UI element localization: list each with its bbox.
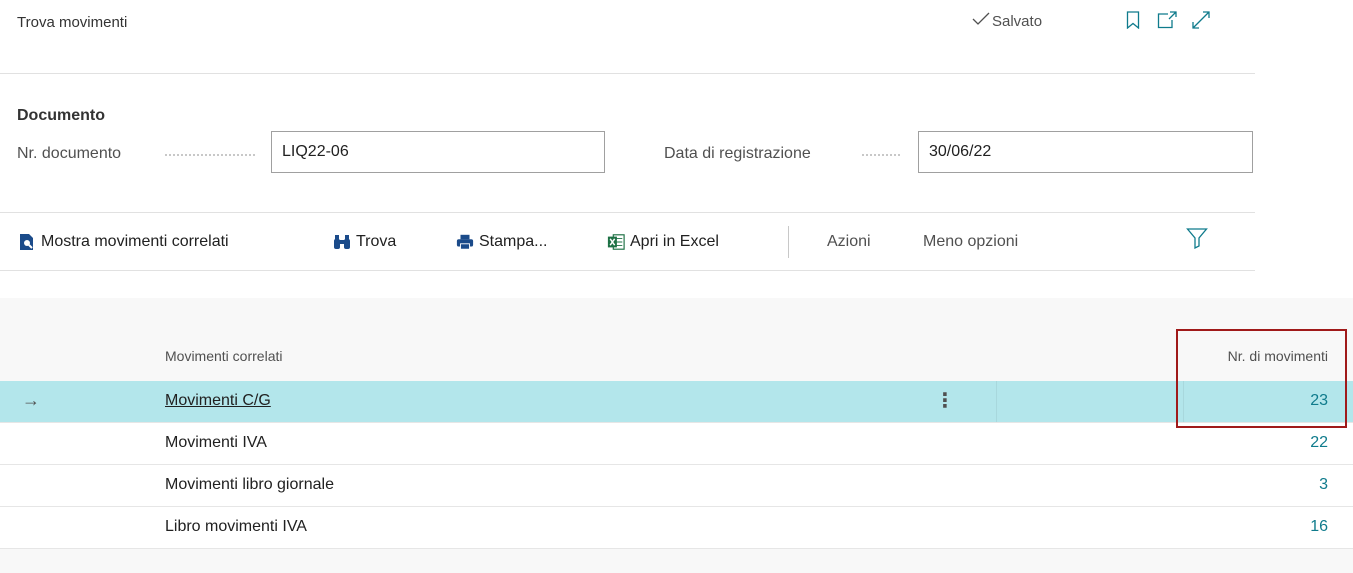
action-bar: Mostra movimenti correlati Trova Stampa.… xyxy=(0,212,1255,271)
page-title: Trova movimenti xyxy=(17,14,128,31)
print-label: Stampa... xyxy=(479,233,548,250)
table-row[interactable]: Movimenti IVA 22 xyxy=(0,423,1353,465)
table-row[interactable]: Libro movimenti IVA 16 xyxy=(0,507,1353,549)
list-body: → Movimenti C/G ⋮ 23 Movimenti IVA 22 Mo… xyxy=(0,381,1353,549)
actions-menu[interactable]: Azioni xyxy=(827,233,871,251)
row-name-link[interactable]: Movimenti C/G xyxy=(165,392,271,410)
page-header: Trova movimenti Salvato xyxy=(0,0,1255,74)
print-button[interactable]: Stampa... xyxy=(456,230,547,254)
count-column-highlight xyxy=(1176,329,1347,428)
filter-icon[interactable] xyxy=(1186,227,1208,254)
find-label: Trova xyxy=(356,233,397,250)
open-excel-label: Apri in Excel xyxy=(630,233,719,250)
posting-date-dots xyxy=(862,152,900,156)
row-name[interactable]: Movimenti libro giornale xyxy=(165,476,334,494)
open-new-window-icon[interactable] xyxy=(1156,9,1178,31)
show-related-label: Mostra movimenti correlati xyxy=(41,233,229,250)
document-search-icon xyxy=(18,233,36,251)
col-header-name[interactable]: Movimenti correlati xyxy=(165,348,282,364)
row-name[interactable]: Movimenti IVA xyxy=(165,434,267,452)
doc-no-field[interactable]: LIQ22-06 xyxy=(271,131,605,173)
more-options-icon[interactable]: ⋮ xyxy=(935,388,955,413)
excel-icon xyxy=(607,233,625,251)
row-name[interactable]: Libro movimenti IVA xyxy=(165,518,307,536)
doc-no-label: Nr. documento xyxy=(17,145,122,162)
printer-icon xyxy=(456,233,474,251)
open-excel-button[interactable]: Apri in Excel xyxy=(607,230,719,254)
show-related-button[interactable]: Mostra movimenti correlati xyxy=(18,230,229,254)
posting-date-field[interactable]: 30/06/22 xyxy=(918,131,1253,173)
document-group-title: Documento xyxy=(17,107,105,124)
check-icon xyxy=(972,12,990,30)
binoculars-icon xyxy=(333,233,351,251)
row-count[interactable]: 3 xyxy=(1319,476,1328,494)
expand-icon[interactable] xyxy=(1190,9,1212,31)
column-divider xyxy=(996,381,997,422)
fewer-options-button[interactable]: Meno opzioni xyxy=(923,233,1018,251)
find-button[interactable]: Trova xyxy=(333,230,396,254)
row-arrow-icon: → xyxy=(22,390,40,410)
related-entries-list: Movimenti correlati Nr. di movimenti → M… xyxy=(0,298,1353,573)
saved-status: Salvato xyxy=(972,12,1042,30)
bookmark-icon[interactable] xyxy=(1122,9,1144,31)
saved-label: Salvato xyxy=(992,12,1043,30)
row-count[interactable]: 16 xyxy=(1310,518,1328,536)
table-row[interactable]: → Movimenti C/G ⋮ 23 xyxy=(0,381,1353,423)
doc-no-dots xyxy=(165,152,255,156)
action-separator xyxy=(788,226,789,258)
row-count[interactable]: 22 xyxy=(1310,434,1328,452)
posting-date-label: Data di registrazione xyxy=(664,145,811,162)
table-row[interactable]: Movimenti libro giornale 3 xyxy=(0,465,1353,507)
